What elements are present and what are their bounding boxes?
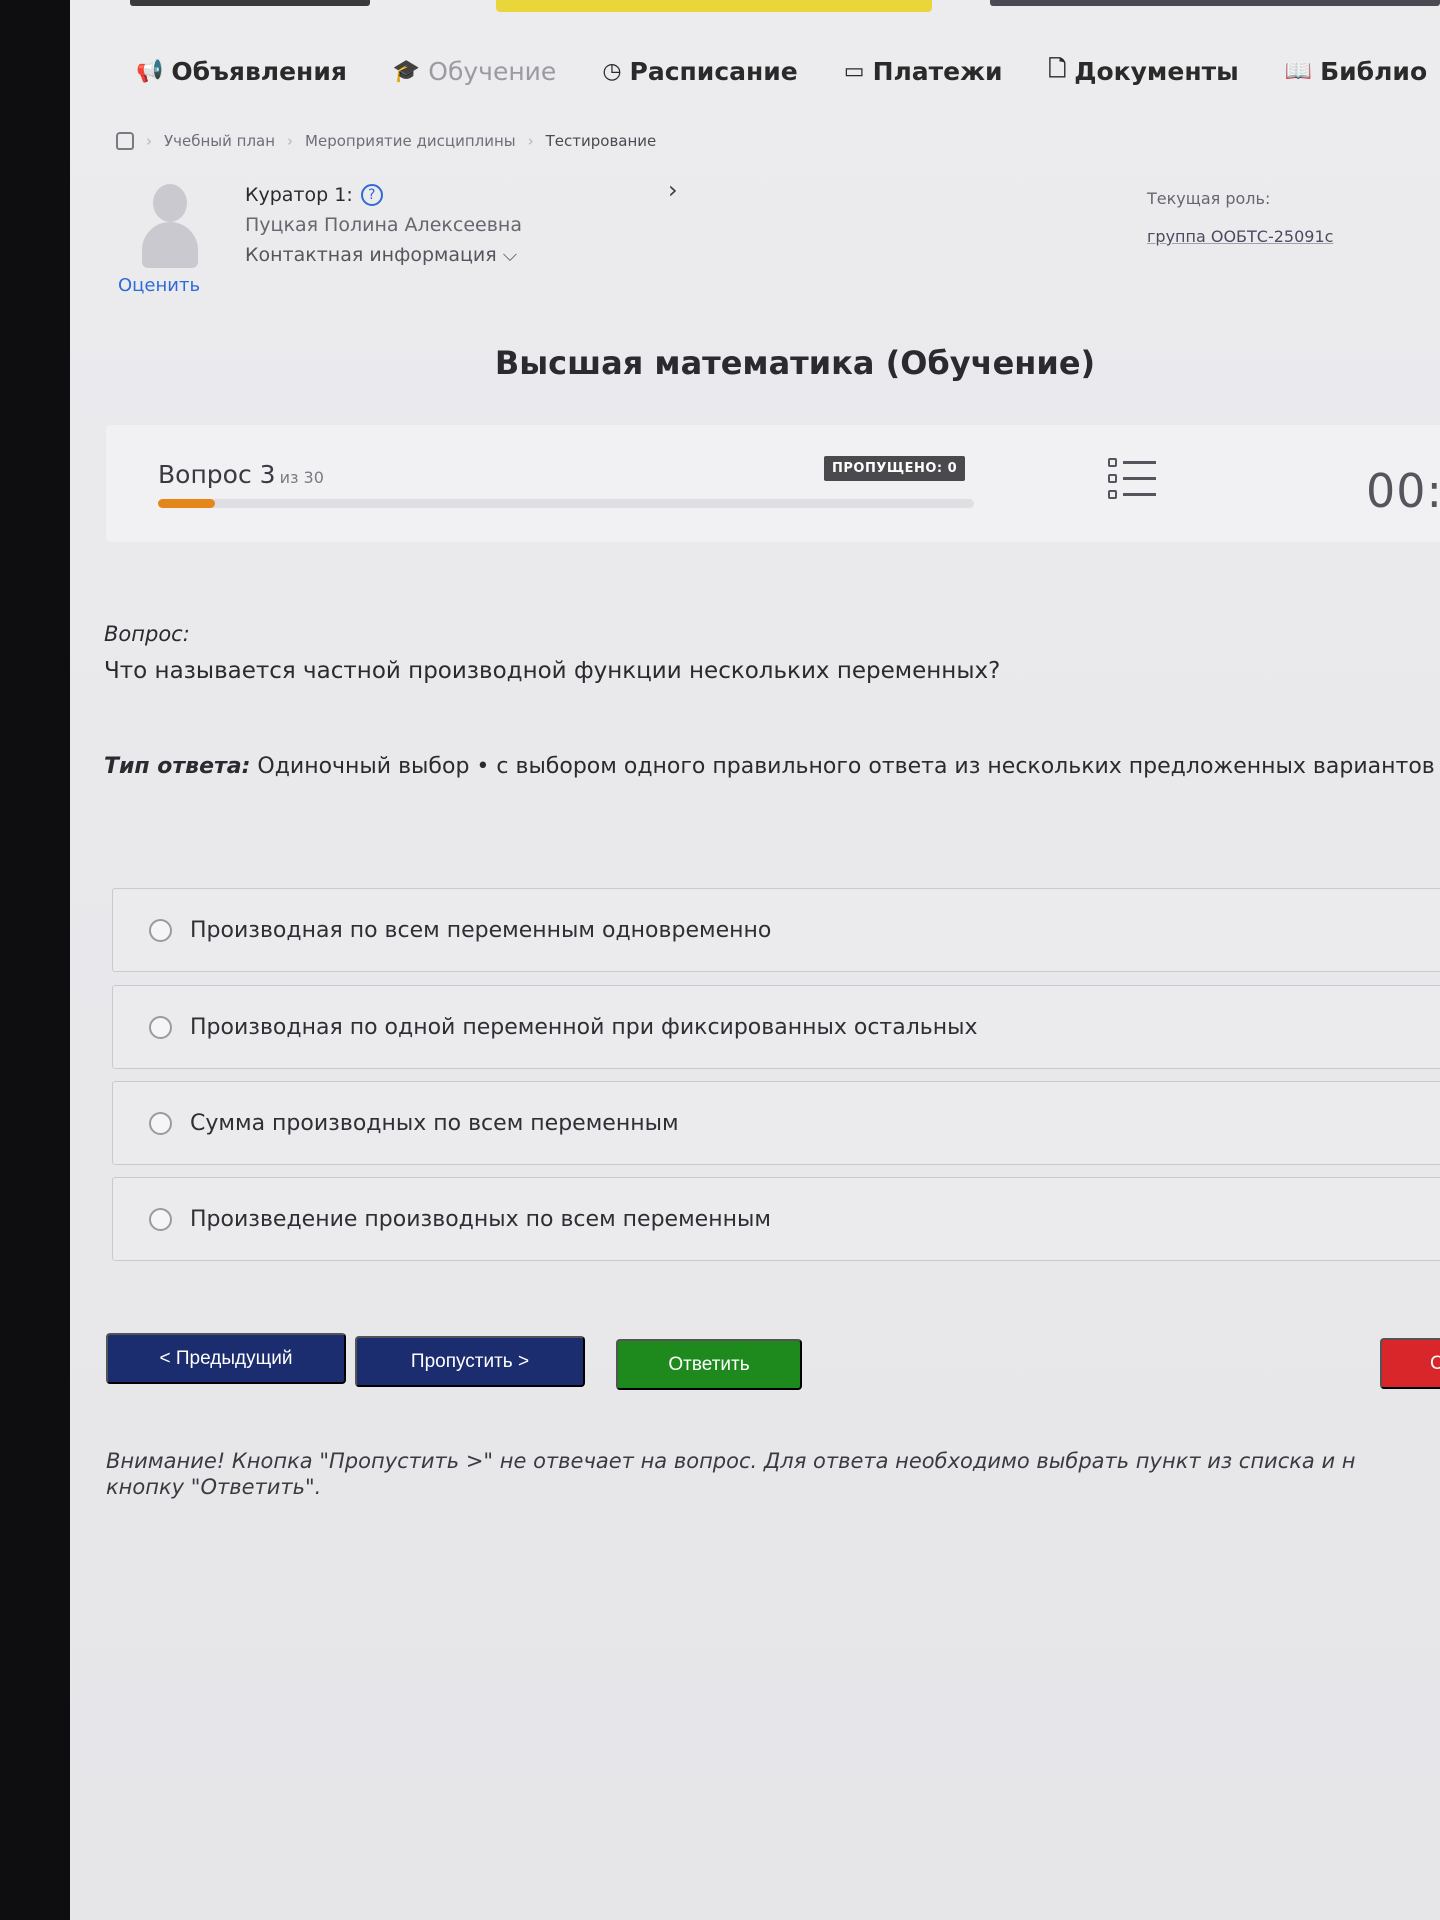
nav-label: Библио <box>1320 56 1428 86</box>
nav-documents[interactable]: 🗋 Документы <box>1049 52 1239 90</box>
nav-payments[interactable]: ▭ Платежи <box>844 52 1003 90</box>
app-screen: 📢 Объявления 🎓 Обучение ◷ Расписание ▭ П… <box>70 0 1440 1920</box>
breadcrumb-separator: › <box>146 132 152 150</box>
nav-label: Обучение <box>428 56 557 86</box>
megaphone-icon: 📢 <box>136 58 164 84</box>
question-counter: Вопрос 3 из 30 <box>158 460 324 489</box>
skipped-count-badge: ПРОПУЩЕНО: 0 <box>824 456 966 481</box>
promo-banner[interactable] <box>496 0 932 12</box>
top-banner-strip <box>70 0 1440 14</box>
breadcrumb-separator: › <box>287 132 294 150</box>
radio-button[interactable] <box>149 1111 172 1135</box>
answer-option-label: Производная по всем переменным одновреме… <box>190 917 772 943</box>
skip-button[interactable]: Пропустить > <box>355 1336 585 1387</box>
role-label: Текущая роль: <box>1147 189 1271 208</box>
breadcrumb-separator: › <box>527 132 534 150</box>
answer-type-label: Тип ответа: <box>104 754 251 779</box>
graduation-cap-icon: 🎓 <box>392 58 421 84</box>
current-role: Текущая роль: группа ООБТС-25091с <box>1147 180 1333 256</box>
radio-button[interactable] <box>149 1015 172 1039</box>
question-total: из 30 <box>279 468 324 487</box>
answer-button[interactable]: Ответить <box>616 1339 802 1390</box>
main-nav: 📢 Объявления 🎓 Обучение ◷ Расписание ▭ П… <box>136 52 1440 90</box>
document-icon: 🗋 <box>1048 57 1067 82</box>
warning-line-1: Внимание! Кнопка "Пропустить >" не отвеч… <box>106 1449 1356 1473</box>
nav-label: Расписание <box>629 56 798 86</box>
rate-curator-link[interactable]: Оценить <box>118 275 200 296</box>
warning-line-2: кнопку "Ответить". <box>106 1475 322 1499</box>
answer-option-label: Произведение производных по всем перемен… <box>190 1206 771 1232</box>
radio-button[interactable] <box>149 918 172 942</box>
nav-schedule[interactable]: ◷ Расписание <box>602 52 797 90</box>
page-title: Высшая математика (Обучение) <box>494 344 1096 382</box>
answer-option-2[interactable]: Производная по одной переменной при фикс… <box>112 985 1440 1069</box>
payment-card-icon: ▭ <box>843 58 865 84</box>
nav-library[interactable]: 📖 Библио <box>1285 52 1427 90</box>
next-curator-chevron-icon[interactable]: › <box>668 176 678 204</box>
curator-title: Куратор 1: <box>245 184 353 206</box>
nav-announcements[interactable]: 📢 Объявления <box>136 52 347 90</box>
clock-icon: ◷ <box>602 58 622 84</box>
answer-option-4[interactable]: Произведение производных по всем перемен… <box>112 1177 1440 1261</box>
breadcrumb-study-plan[interactable]: Учебный план <box>164 132 275 150</box>
nav-label: Документы <box>1074 56 1239 86</box>
avatar-head <box>153 184 187 222</box>
progress-track <box>158 499 974 508</box>
nav-label: Объявления <box>171 56 347 86</box>
promo-text-cutoff <box>990 0 1440 6</box>
curator-name: Пуцкая Полина Алексеевна <box>245 214 522 236</box>
question-text: Что называется частной производной функц… <box>104 658 1001 684</box>
home-icon[interactable] <box>116 132 134 150</box>
book-icon: 📖 <box>1284 58 1313 84</box>
help-icon[interactable]: ? <box>360 184 383 206</box>
nav-learning[interactable]: 🎓 Обучение <box>393 52 556 90</box>
answer-option-label: Производная по одной переменной при фикс… <box>190 1014 978 1040</box>
question-heading: Вопрос: <box>104 622 190 646</box>
role-group-link[interactable]: группа ООБТС-25091с <box>1147 227 1333 246</box>
site-logo-cutoff <box>130 0 370 6</box>
breadcrumb-testing: Тестирование <box>545 132 657 150</box>
answer-type: Тип ответа: Одиночный выбор • с выбором … <box>104 754 1435 779</box>
contact-info-toggle[interactable]: Контактная информация ⌵ <box>245 240 522 270</box>
skip-warning-note: Внимание! Кнопка "Пропустить >" не отвеч… <box>106 1448 1440 1500</box>
curator-title-row: Куратор 1: ? <box>245 180 522 210</box>
timer: 00: <box>1366 464 1440 518</box>
answer-option-label: Сумма производных по всем переменным <box>190 1110 679 1136</box>
breadcrumb-discipline-event[interactable]: Мероприятие дисциплины <box>305 132 516 150</box>
answer-type-text: Одиночный выбор • с выбором одного прави… <box>250 754 1435 779</box>
avatar <box>136 182 204 268</box>
curator-info: Куратор 1: ? Пуцкая Полина Алексеевна Ко… <box>245 180 522 270</box>
answer-option-1[interactable]: Производная по всем переменным одновреме… <box>112 888 1440 972</box>
question-list-icon[interactable] <box>1108 458 1156 502</box>
breadcrumb: › Учебный план › Мероприятие дисциплины … <box>116 132 656 150</box>
answer-option-3[interactable]: Сумма производных по всем переменным <box>112 1081 1440 1165</box>
avatar-body <box>142 222 198 268</box>
radio-button[interactable] <box>149 1207 172 1231</box>
nav-label: Платежи <box>872 56 1003 86</box>
finish-button[interactable]: С <box>1380 1338 1440 1389</box>
previous-button[interactable]: < Предыдущий <box>106 1333 346 1384</box>
question-number: Вопрос 3 <box>158 460 276 489</box>
progress-fill <box>158 499 215 508</box>
